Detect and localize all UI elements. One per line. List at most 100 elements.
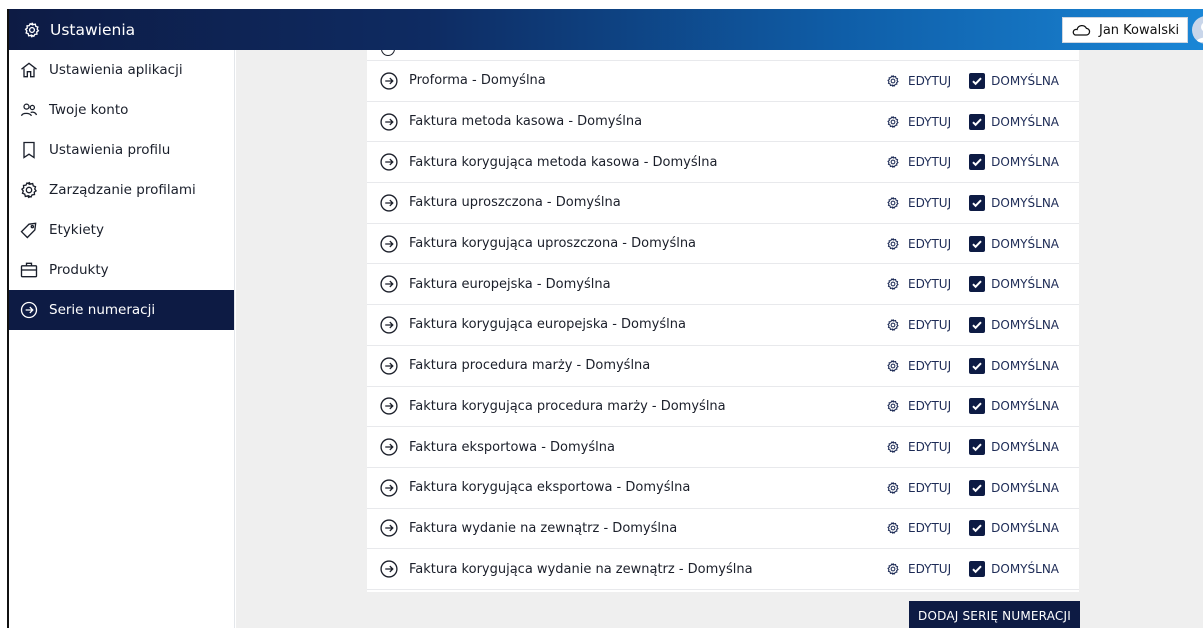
edit-button[interactable]: EDYTUJ bbox=[886, 237, 951, 251]
default-checkbox[interactable]: DOMYŚLNA bbox=[969, 276, 1059, 293]
list-item[interactable]: Faktura korygująca europejska - Domyślna… bbox=[367, 305, 1079, 346]
default-checkbox[interactable]: DOMYŚLNA bbox=[969, 316, 1059, 333]
default-checkbox[interactable]: DOMYŚLNA bbox=[969, 520, 1059, 537]
add-series-button[interactable]: DODAJ SERIĘ NUMERACJI bbox=[909, 601, 1080, 628]
arrow-circle-icon bbox=[380, 357, 398, 375]
default-label: DOMYŚLNA bbox=[991, 114, 1059, 129]
sidebar-item-label: Etykiety bbox=[49, 222, 104, 238]
list-item[interactable]: Proforma - Domyślna EDYTUJ DOMYŚLNA bbox=[367, 61, 1079, 102]
series-list: Proforma - Domyślna EDYTUJ DOMYŚLNA Fakt… bbox=[367, 50, 1079, 592]
users-icon bbox=[20, 103, 38, 117]
default-checkbox[interactable]: DOMYŚLNA bbox=[969, 357, 1059, 374]
series-name: Faktura uproszczona - Domyślna bbox=[409, 195, 621, 211]
default-label: DOMYŚLNA bbox=[991, 358, 1059, 373]
edit-label: EDYTUJ bbox=[907, 317, 952, 332]
list-item[interactable]: Faktura procedura marży - Domyślna EDYTU… bbox=[367, 346, 1079, 387]
edit-button[interactable]: EDYTUJ bbox=[886, 74, 951, 88]
user-menu[interactable]: Jan Kowalski bbox=[1062, 17, 1188, 43]
edit-label: EDYTUJ bbox=[907, 236, 952, 251]
default-checkbox[interactable]: DOMYŚLNA bbox=[969, 113, 1059, 130]
default-checkbox[interactable]: DOMYŚLNA bbox=[969, 72, 1059, 89]
sidebar-item-produkty[interactable]: Produkty bbox=[9, 250, 234, 290]
edit-label: EDYTUJ bbox=[907, 440, 952, 455]
avatar[interactable] bbox=[1192, 16, 1203, 44]
list-item[interactable]: Faktura uproszczona - Domyślna EDYTUJ DO… bbox=[367, 183, 1079, 224]
sidebar-item-label: Produkty bbox=[49, 262, 109, 278]
bookmark-icon bbox=[23, 141, 35, 159]
check-icon bbox=[972, 77, 982, 86]
edit-button[interactable]: EDYTUJ bbox=[886, 521, 951, 535]
default-label: DOMYŚLNA bbox=[991, 317, 1059, 332]
sidebar-item-zarzadzanie-profilami[interactable]: Zarządzanie profilami bbox=[9, 170, 234, 210]
list-item[interactable]: Faktura europejska - Domyślna EDYTUJ DOM… bbox=[367, 264, 1079, 306]
list-item[interactable]: Faktura korygująca wydanie na zewnątrz -… bbox=[367, 549, 1079, 590]
gear-icon bbox=[887, 156, 899, 169]
series-name: Faktura korygująca europejska - Domyślna bbox=[409, 317, 686, 333]
edit-button[interactable]: EDYTUJ bbox=[886, 399, 951, 413]
edit-button[interactable]: EDYTUJ bbox=[886, 481, 951, 495]
default-checkbox[interactable]: DOMYŚLNA bbox=[969, 479, 1059, 496]
sidebar-item-etykiety[interactable]: Etykiety bbox=[9, 210, 234, 250]
home-icon bbox=[21, 62, 37, 78]
default-label: DOMYŚLNA bbox=[991, 155, 1059, 170]
list-item-partial bbox=[367, 50, 1079, 61]
sidebar-item-ustawienia-aplikacji[interactable]: Ustawienia aplikacji bbox=[9, 50, 234, 90]
list-item[interactable]: Faktura wydanie na zewnątrz - Domyślna E… bbox=[367, 509, 1079, 550]
list-item[interactable]: Faktura korygująca eksportowa - Domyślna… bbox=[367, 468, 1079, 509]
sidebar-item-ustawienia-profilu[interactable]: Ustawienia profilu bbox=[9, 130, 234, 170]
default-label: DOMYŚLNA bbox=[991, 73, 1059, 88]
default-checkbox[interactable]: DOMYŚLNA bbox=[969, 154, 1059, 171]
checkbox-checked bbox=[969, 72, 986, 89]
gear-icon bbox=[887, 319, 899, 331]
list-item[interactable]: Faktura korygująca metoda kasowa - Domyś… bbox=[367, 142, 1079, 184]
gear-icon bbox=[887, 359, 899, 372]
gear-icon bbox=[887, 197, 899, 209]
default-label: DOMYŚLNA bbox=[991, 521, 1059, 536]
sidebar-item-twoje-konto[interactable]: Twoje konto bbox=[9, 90, 234, 130]
tag-icon bbox=[20, 222, 37, 239]
arrow-circle-icon bbox=[380, 194, 398, 212]
edit-button[interactable]: EDYTUJ bbox=[886, 318, 951, 332]
sidebar-item-label: Ustawienia profilu bbox=[49, 142, 171, 158]
gear-icon bbox=[887, 563, 899, 575]
default-checkbox[interactable]: DOMYŚLNA bbox=[969, 439, 1059, 456]
sidebar-item-serie-numeracji[interactable]: Serie numeracji bbox=[9, 290, 234, 330]
app-title: Ustawienia bbox=[23, 21, 135, 39]
edit-button[interactable]: EDYTUJ bbox=[886, 196, 951, 210]
checkbox-checked bbox=[969, 194, 986, 211]
gear-icon bbox=[887, 400, 899, 413]
check-icon bbox=[972, 280, 982, 289]
check-icon bbox=[972, 199, 982, 208]
list-item[interactable]: Faktura korygująca uproszczona - Domyśln… bbox=[367, 224, 1079, 265]
list-item[interactable]: Faktura korygująca procedura marży - Dom… bbox=[367, 387, 1079, 428]
edit-button[interactable]: EDYTUJ bbox=[886, 359, 951, 373]
edit-button[interactable]: EDYTUJ bbox=[886, 155, 951, 169]
default-checkbox[interactable]: DOMYŚLNA bbox=[969, 561, 1059, 578]
checkbox-checked bbox=[969, 561, 986, 578]
list-item[interactable]: Faktura metoda kasowa - Domyślna EDYTUJ … bbox=[367, 102, 1079, 143]
sidebar-item-label: Ustawienia aplikacji bbox=[49, 62, 183, 78]
arrow-circle-icon bbox=[380, 519, 398, 537]
default-label: DOMYŚLNA bbox=[991, 440, 1059, 455]
arrow-circle-icon bbox=[380, 153, 398, 171]
edit-button[interactable]: EDYTUJ bbox=[886, 277, 951, 291]
arrow-circle-icon bbox=[380, 438, 398, 456]
gear-icon bbox=[887, 481, 899, 494]
edit-button[interactable]: EDYTUJ bbox=[886, 562, 951, 576]
default-checkbox[interactable]: DOMYŚLNA bbox=[969, 398, 1059, 415]
arrow-circle-icon bbox=[20, 301, 38, 319]
user-name: Jan Kowalski bbox=[1099, 22, 1180, 38]
checkbox-checked bbox=[969, 520, 986, 537]
list-item[interactable]: Faktura eksportowa - Domyślna EDYTUJ DOM… bbox=[367, 427, 1079, 468]
series-name: Faktura metoda kasowa - Domyślna bbox=[409, 114, 643, 130]
check-icon bbox=[972, 362, 982, 370]
default-label: DOMYŚLNA bbox=[991, 236, 1059, 251]
edit-button[interactable]: EDYTUJ bbox=[886, 115, 951, 129]
edit-button[interactable]: EDYTUJ bbox=[886, 440, 951, 454]
main-content: Proforma - Domyślna EDYTUJ DOMYŚLNA Fakt… bbox=[236, 50, 1203, 628]
default-checkbox[interactable]: DOMYŚLNA bbox=[969, 235, 1059, 252]
default-checkbox[interactable]: DOMYŚLNA bbox=[969, 194, 1059, 211]
edit-label: EDYTUJ bbox=[907, 358, 952, 373]
gear-icon bbox=[20, 181, 38, 199]
check-icon bbox=[972, 402, 982, 411]
